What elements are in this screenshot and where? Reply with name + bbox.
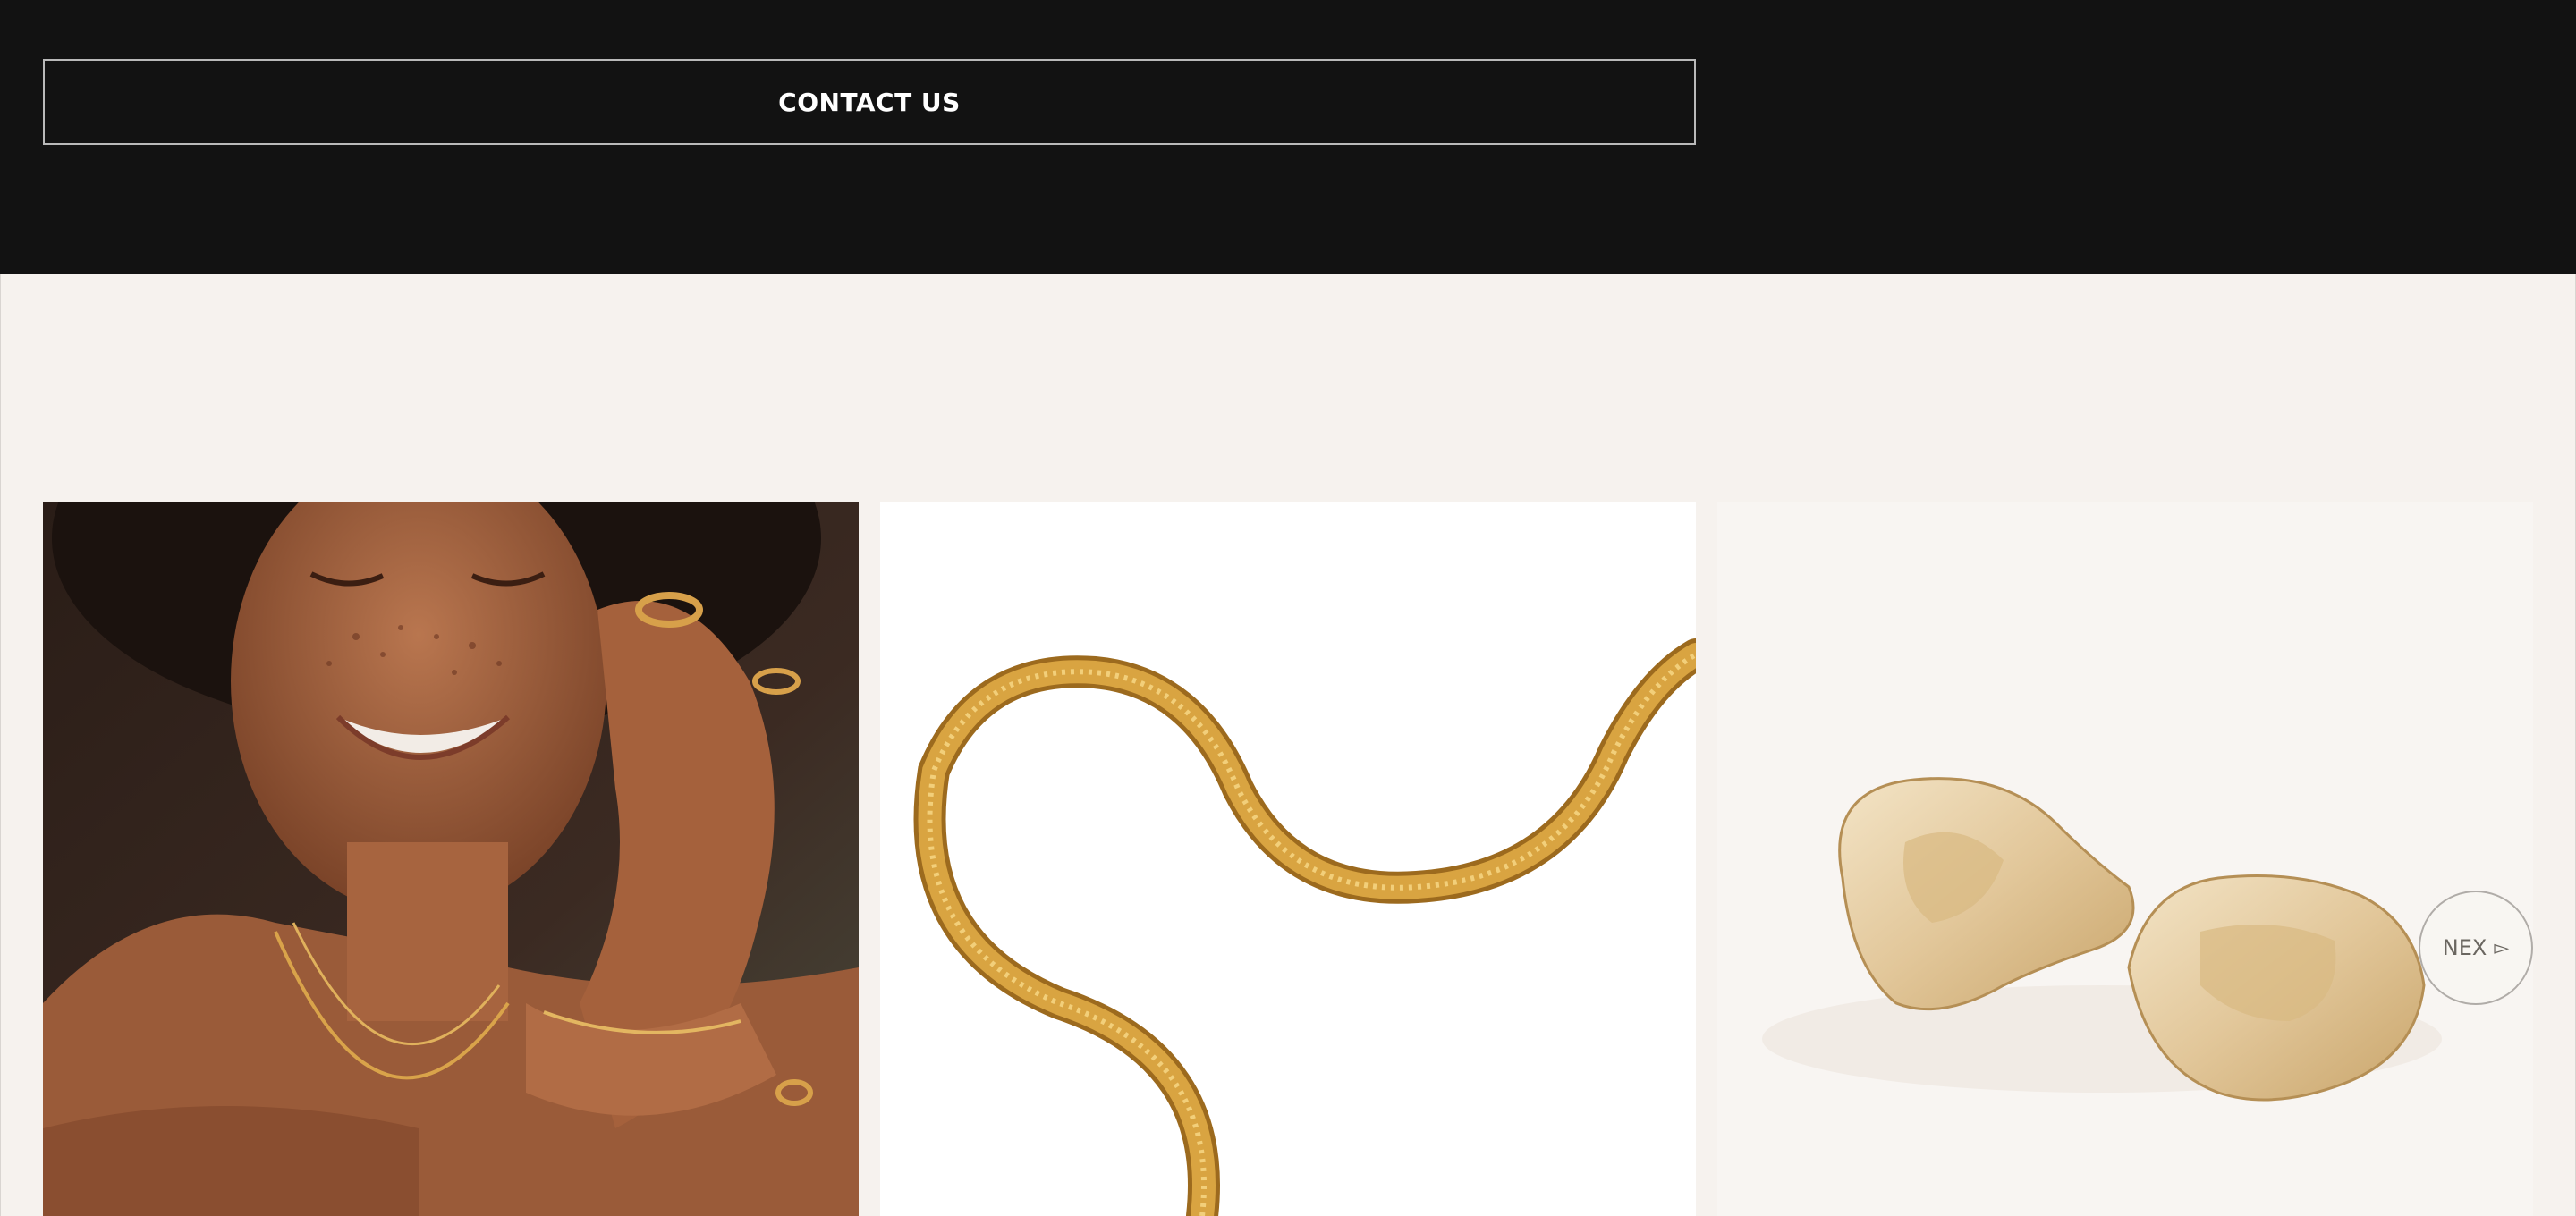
footer-dark-band: CONTACT US <box>0 0 2576 274</box>
earrings-photo-image <box>1717 502 2533 1216</box>
next-label: NEX <box>2442 935 2487 960</box>
next-button[interactable]: NEX ▻ <box>2419 891 2533 1005</box>
triangle-right-icon: ▻ <box>2494 936 2510 959</box>
contact-us-button[interactable]: CONTACT US <box>43 59 1696 145</box>
gallery-tile-model[interactable] <box>43 502 859 1216</box>
model-photo-image <box>43 502 859 1216</box>
gallery-tile-chain[interactable] <box>880 502 1696 1216</box>
chain-photo-image <box>880 502 1696 1216</box>
gallery-tile-earrings[interactable] <box>1717 502 2533 1216</box>
